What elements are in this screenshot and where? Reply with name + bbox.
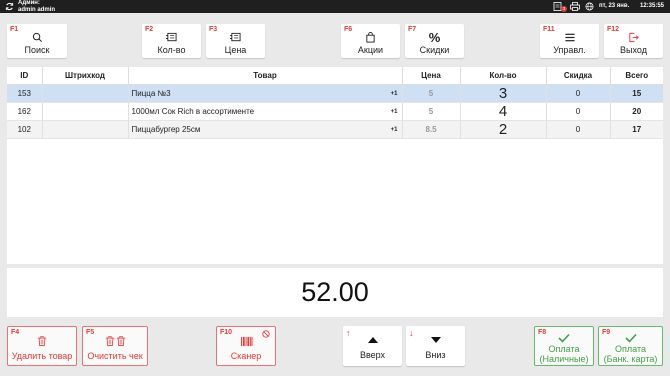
triangle-up-icon <box>343 334 402 346</box>
exit-label: Выход <box>620 45 647 55</box>
row-total: 20 <box>610 102 663 121</box>
user-info: Админ: admin admin <box>18 0 55 13</box>
row-barcode <box>42 120 129 139</box>
pay-card-label-line1: Оплата <box>615 344 646 354</box>
row-barcode <box>42 102 129 121</box>
notification-badge: 3 <box>561 6 567 12</box>
double-trash-icon <box>83 335 147 347</box>
row-discount: 0 <box>546 120 611 139</box>
logout-icon <box>604 31 663 43</box>
quantity-button[interactable]: F2 Кол-во <box>142 24 201 58</box>
row-product: 1000мл Сок Rich в ассортименте +1 <box>128 102 403 121</box>
delete-item-label: Удалить товар <box>11 351 73 361</box>
printer-icon[interactable] <box>570 2 580 11</box>
column-header-product[interactable]: Товар <box>128 67 403 85</box>
barcode-icon <box>217 335 275 347</box>
row-quantity[interactable]: 3 <box>460 84 547 103</box>
table-row[interactable]: 102 Пиццабургер 25см +1 8.5 2 0 17 <box>7 120 663 139</box>
discounts-button[interactable]: F7 % Скидки <box>405 24 464 58</box>
row-price: 5 <box>402 84 461 103</box>
quantity-label: Кол-во <box>157 45 186 55</box>
sync-icon[interactable] <box>5 2 14 11</box>
row-price: 5 <box>402 102 461 121</box>
pay-cash-label-line2: (Наличные) <box>539 354 589 364</box>
column-header-discount[interactable]: Скидка <box>546 67 611 85</box>
product-name: 1000мл Сок Rich в ассортименте <box>131 106 255 116</box>
date-text: пт, 23 янв. <box>599 3 630 9</box>
checkmark-icon <box>535 332 593 344</box>
promotions-button[interactable]: F6 Акции <box>341 24 400 58</box>
clock-text: 12:35:55 <box>640 3 665 9</box>
receipt-icon[interactable]: 3 <box>553 2 567 12</box>
table-row[interactable]: 153 Пицца №3 +1 5 3 0 15 <box>7 84 663 103</box>
scanner-label: Сканер <box>230 351 262 361</box>
increment-button[interactable]: +1 <box>391 109 398 115</box>
column-header-barcode[interactable]: Штрихкод <box>42 67 129 85</box>
row-id: 162 <box>7 102 43 121</box>
row-price: 8.5 <box>402 120 461 139</box>
scanner-button[interactable]: F10 Сканер <box>216 326 276 366</box>
increment-button[interactable]: +1 <box>391 91 398 97</box>
manage-label: Управл. <box>553 45 586 55</box>
quantity-icon <box>142 31 201 43</box>
table-header: ID Штрихкод Товар Цена Кол-во Скидка Все… <box>7 67 663 85</box>
row-discount: 0 <box>546 84 611 103</box>
row-product: Пицца №3 +1 <box>128 84 403 103</box>
pay-card-label-line2: (Банк. карта) <box>603 354 658 364</box>
column-header-total[interactable]: Всего <box>610 67 663 85</box>
user-name: admin admin <box>18 6 56 13</box>
row-quantity[interactable]: 4 <box>460 102 547 121</box>
row-barcode <box>42 84 129 103</box>
pay-card-label: Оплата (Банк. карта) <box>599 344 662 364</box>
increment-button[interactable]: +1 <box>391 127 398 133</box>
exit-button[interactable]: F12 Выход <box>604 24 663 58</box>
status-icons: 3 <box>553 2 594 12</box>
clear-receipt-label: Очистить чек <box>87 351 143 361</box>
row-total: 15 <box>610 84 663 103</box>
search-button[interactable]: F1 Поиск <box>7 24 67 58</box>
scroll-up-label: Вверх <box>359 350 386 360</box>
row-product: Пиццабургер 25см +1 <box>128 120 403 139</box>
receipt-total: 52.00 <box>7 268 663 317</box>
delete-item-button[interactable]: F4 Удалить товар <box>7 326 77 366</box>
price-button[interactable]: F3 Цена <box>206 24 265 58</box>
pay-cash-label: Оплата (Наличные) <box>535 344 593 364</box>
clear-receipt-button[interactable]: F5 Очистить чек <box>82 326 148 366</box>
product-name: Пиццабургер 25см <box>131 124 201 134</box>
pay-cash-label-line1: Оплата <box>548 344 580 354</box>
triangle-down-icon <box>406 334 465 346</box>
row-quantity[interactable]: 2 <box>460 120 547 139</box>
scroll-down-button[interactable]: ↓ Вниз <box>406 326 465 366</box>
column-header-price[interactable]: Цена <box>402 67 461 85</box>
row-id: 153 <box>7 84 43 103</box>
discounts-label: Скидки <box>419 45 450 55</box>
top-bar: Админ: admin admin 3 пт, 23 янв. 12:35:5… <box>0 0 670 13</box>
table-row[interactable]: 162 1000мл Сок Rich в ассортименте +1 5 4… <box>7 102 663 121</box>
scroll-up-button[interactable]: ↑ Вверх <box>343 326 402 366</box>
column-header-quantity[interactable]: Кол-во <box>460 67 547 85</box>
shopping-bag-icon <box>341 31 400 43</box>
pay-card-button[interactable]: F9 Оплата (Банк. карта) <box>598 326 663 366</box>
menu-icon <box>540 31 599 43</box>
price-label: Цена <box>224 45 247 55</box>
pay-cash-button[interactable]: F8 Оплата (Наличные) <box>534 326 594 366</box>
globe-icon[interactable] <box>585 2 594 11</box>
search-icon <box>7 31 67 43</box>
price-icon <box>206 31 265 43</box>
row-discount: 0 <box>546 102 611 121</box>
percent-icon: % <box>428 29 441 45</box>
search-label: Поиск <box>24 45 50 55</box>
promotions-label: Акции <box>357 45 384 55</box>
checkmark-icon <box>599 332 662 344</box>
row-total: 17 <box>610 120 663 139</box>
column-header-id[interactable]: ID <box>7 67 43 85</box>
product-name: Пицца №3 <box>131 88 171 98</box>
row-id: 102 <box>7 120 43 139</box>
trash-icon <box>8 335 76 347</box>
receipt-table: ID Штрихкод Товар Цена Кол-во Скидка Все… <box>7 67 663 264</box>
scroll-down-label: Вниз <box>425 350 446 360</box>
manage-button[interactable]: F11 Управл. <box>540 24 599 58</box>
